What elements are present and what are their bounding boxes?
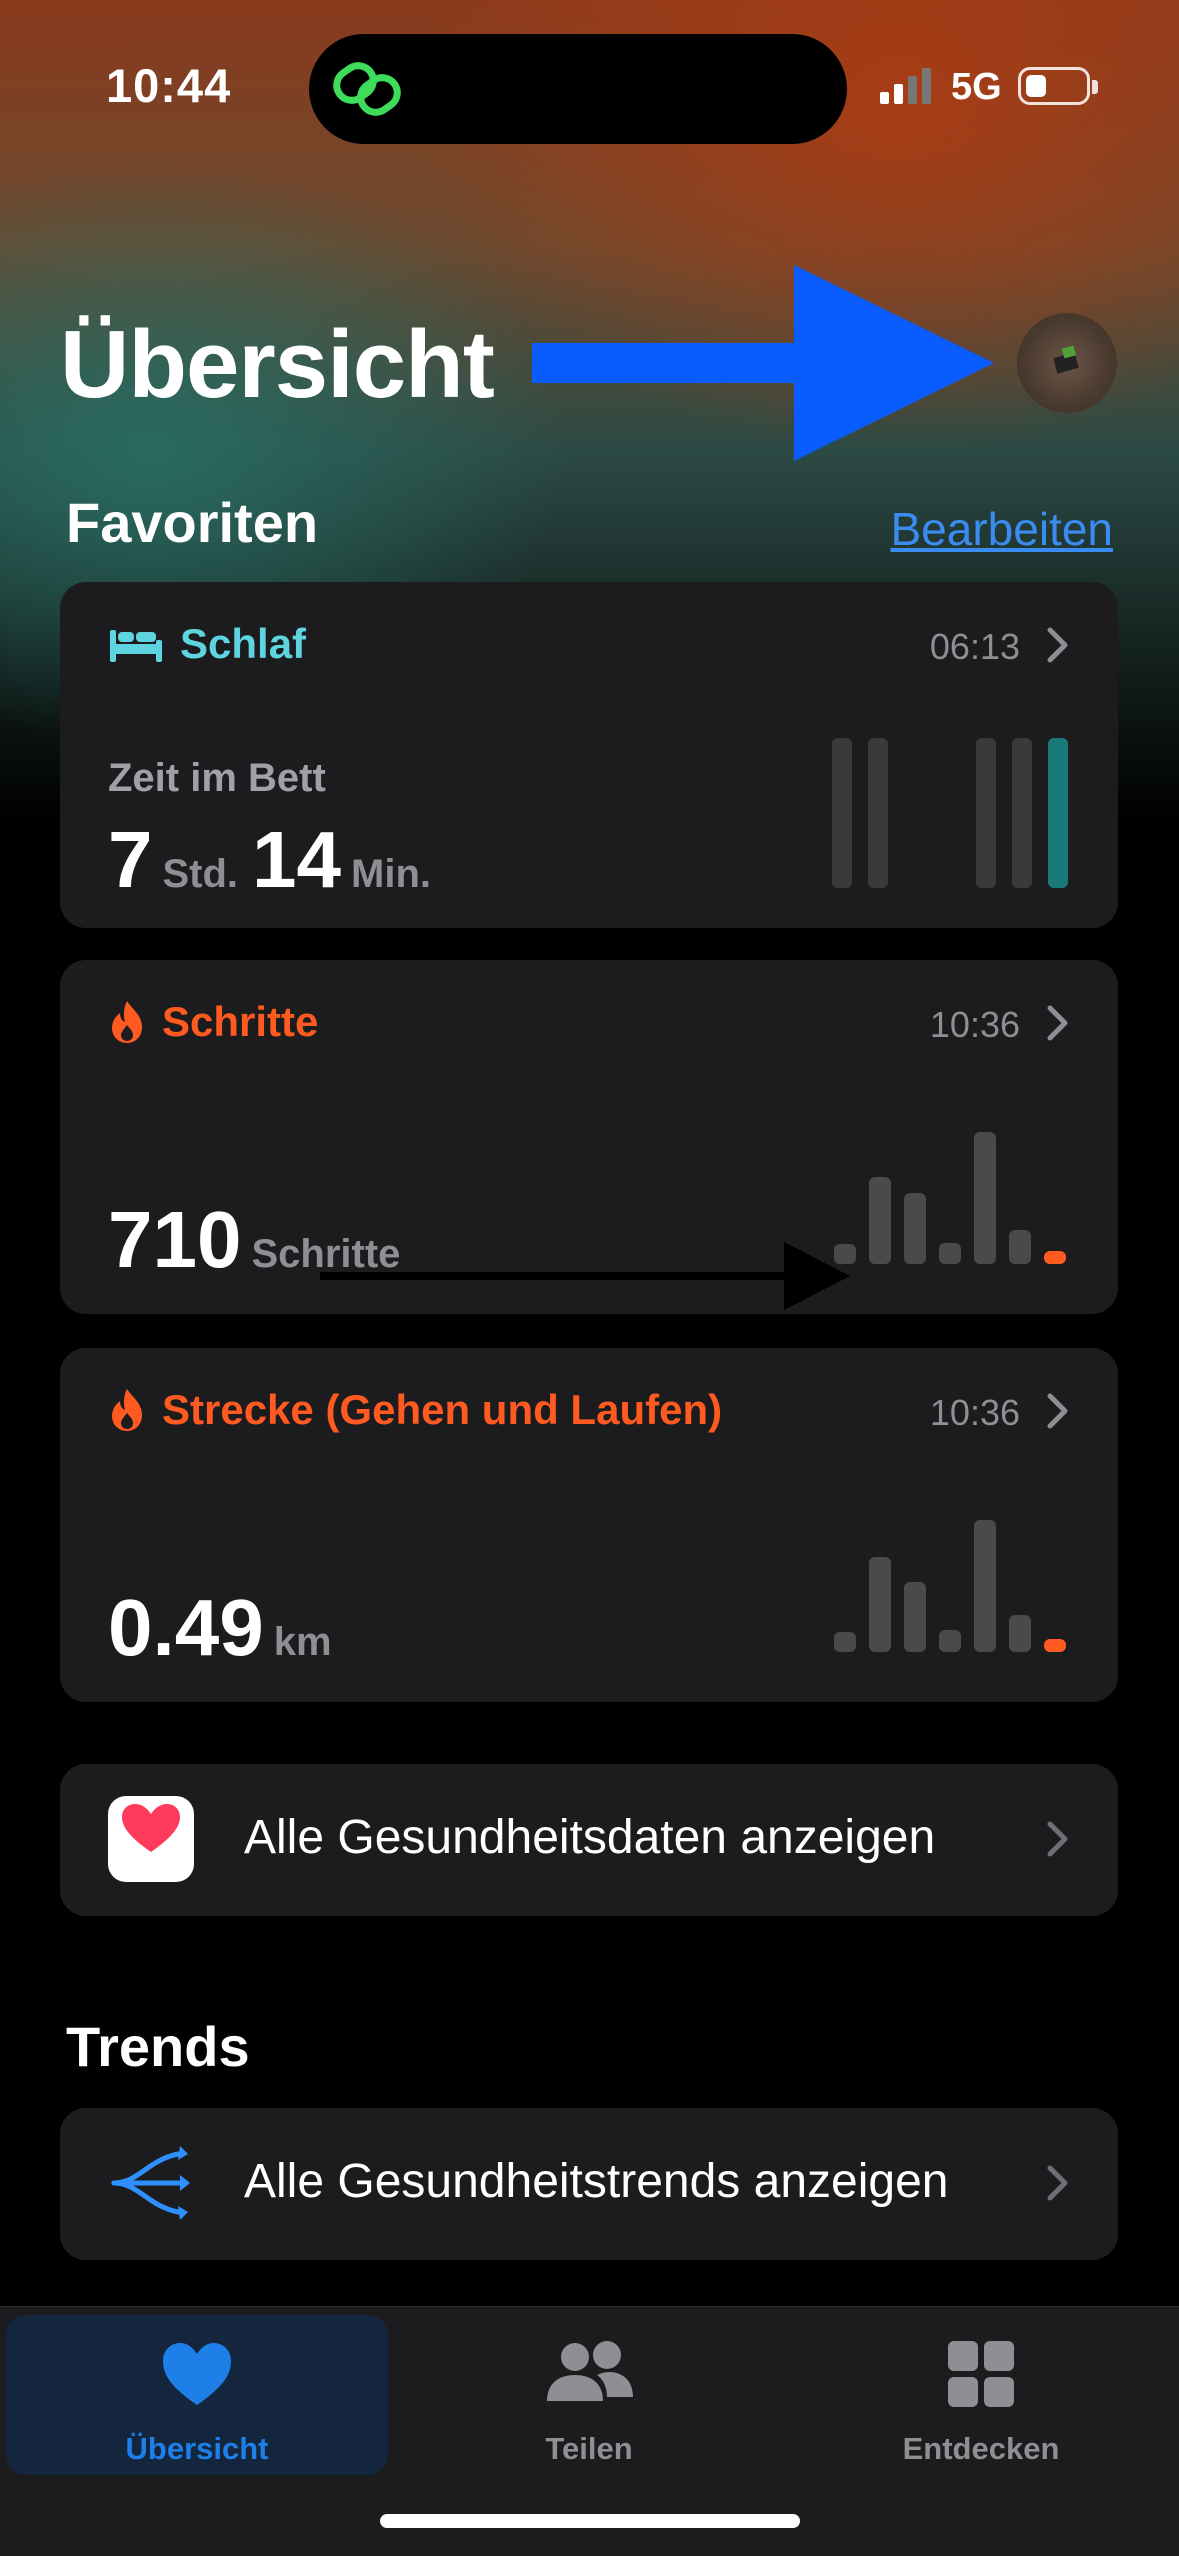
battery-cap (1092, 80, 1098, 94)
sleep-minutes-unit: Min. (351, 852, 432, 896)
sleep-minutes: 14 (252, 815, 342, 904)
steps-bar (1044, 1251, 1066, 1264)
distance-bar (974, 1520, 996, 1652)
trends-title: Trends (66, 2015, 250, 2078)
profile-avatar[interactable] (1017, 313, 1117, 413)
steps-count: 710 (108, 1195, 242, 1284)
distance-bar (939, 1630, 961, 1652)
bed-icon (110, 630, 162, 662)
trends-arrows-icon (111, 2146, 190, 2220)
distance-card-title: Strecke (Gehen und Laufen) (162, 1386, 723, 1433)
sleep-card-header: Schlaf (108, 620, 306, 668)
annotation-arrow-icon (532, 265, 994, 461)
sleep-bar (868, 738, 888, 888)
chevron-right-icon (1047, 1821, 1068, 1857)
cellular-signal-icon (880, 68, 931, 104)
distance-amount: 0.49 (108, 1583, 264, 1672)
chevron-right-icon (1047, 2165, 1068, 2201)
steps-bar (1009, 1230, 1031, 1264)
battery-icon (1018, 67, 1090, 105)
sleep-bar (1048, 738, 1068, 888)
flame-icon (112, 1001, 142, 1043)
tab-discover-label: Entdecken (902, 2431, 1060, 2466)
sleep-bar (976, 738, 996, 888)
all-health-data-label: Alle Gesundheitsdaten anzeigen (244, 1811, 936, 1864)
tab-overview[interactable]: Übersicht (6, 2315, 388, 2475)
sleep-card-time: 06:13 (929, 626, 1020, 667)
steps-bar (904, 1193, 926, 1264)
people-icon (547, 2341, 633, 2401)
distance-bar (904, 1582, 926, 1652)
distance-card-time: 10:36 (929, 1392, 1020, 1433)
distance-unit: km (273, 1620, 332, 1664)
status-bar: 10:44 5G (0, 0, 1179, 170)
chevron-right-icon (1047, 1393, 1068, 1429)
sleep-value: 7 Std. 14 Min. (108, 814, 445, 906)
sleep-card-title: Schlaf (180, 620, 307, 667)
distance-card-header: Strecke (Gehen und Laufen) (108, 1386, 722, 1434)
all-trends-label: Alle Gesundheitstrends anzeigen (244, 2155, 949, 2208)
home-indicator (380, 2514, 800, 2528)
link-activity-icon (333, 62, 401, 116)
network-type: 5G (951, 66, 1002, 108)
sleep-hours: 7 (108, 815, 153, 904)
steps-card-header: Schritte (108, 998, 318, 1046)
distance-bar (1009, 1615, 1031, 1652)
all-trends-row[interactable]: Alle Gesundheitstrends anzeigen (60, 2108, 1118, 2260)
steps-bar (974, 1132, 996, 1264)
sleep-hours-unit: Std. (162, 852, 239, 896)
steps-card-title: Schritte (162, 998, 319, 1045)
steps-card-time: 10:36 (929, 1004, 1020, 1045)
tab-share[interactable]: Teilen (398, 2315, 780, 2475)
sleep-card[interactable]: Schlaf 06:13 Zeit im Bett 7 Std. 14 Min. (60, 582, 1118, 928)
distance-value: 0.49 km (108, 1582, 346, 1674)
favorites-title: Favoriten (66, 491, 319, 554)
distance-bar (834, 1632, 856, 1652)
sleep-subtitle: Zeit im Bett (108, 756, 326, 800)
distance-bar (1044, 1639, 1066, 1652)
chevron-right-icon (1047, 1005, 1068, 1041)
distance-card[interactable]: Strecke (Gehen und Laufen) 10:36 0.49 km (60, 1348, 1118, 1702)
heart-icon (163, 2343, 231, 2405)
sleep-bar (832, 738, 852, 888)
health-heart-icon (108, 1796, 194, 1882)
all-health-data-row[interactable]: Alle Gesundheitsdaten anzeigen (60, 1764, 1118, 1916)
tab-overview-label: Übersicht (125, 2431, 269, 2466)
tab-share-label: Teilen (545, 2431, 633, 2466)
distance-bar (869, 1557, 891, 1652)
steps-bar (869, 1177, 891, 1264)
annotation-arrow-black-icon (320, 1242, 850, 1310)
chevron-right-icon (1047, 627, 1068, 663)
grid-icon (948, 2341, 1014, 2407)
tab-discover[interactable]: Entdecken (790, 2315, 1172, 2475)
page-title: Übersicht (60, 311, 495, 418)
sleep-bar (1012, 738, 1032, 888)
flame-icon (112, 1389, 142, 1431)
status-time: 10:44 (106, 59, 232, 112)
edit-favorites-link[interactable]: Bearbeiten (891, 502, 1114, 556)
steps-bar (939, 1243, 961, 1264)
